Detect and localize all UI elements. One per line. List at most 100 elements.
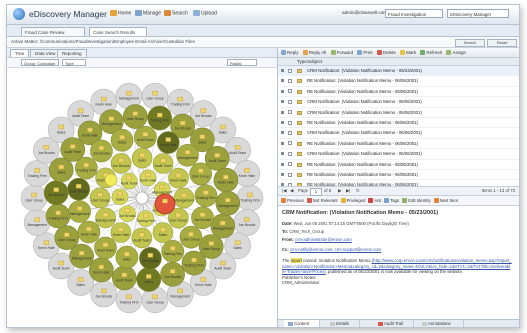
node-label: Trading Firm [184, 264, 203, 268]
action-tags[interactable]: Tags [381, 198, 399, 204]
print-button[interactable]: Print [357, 50, 373, 56]
row-checkbox[interactable] [288, 68, 292, 73]
from-link[interactable]: crm-administrator@enron.com [295, 237, 352, 242]
menu-upload[interactable]: Upload [193, 10, 217, 16]
search-button[interactable]: Search [455, 39, 485, 47]
folder-icon [117, 191, 123, 197]
refresh-list-icon[interactable]: ↻ [356, 187, 360, 195]
next-page-icon[interactable]: ▶ [338, 187, 341, 195]
review-actions: Previous Not Relevant Privileged Hot Tags Edi… [278, 196, 519, 206]
action-privileged[interactable]: Privileged [338, 198, 365, 204]
action-not-relevant[interactable]: Not Relevant [304, 198, 338, 204]
node-label: Kevin Hale [140, 178, 157, 182]
refresh-button[interactable]: Refresh [420, 50, 442, 56]
table-row[interactable]: CRM Notification: (Violation Notificatio… [278, 66, 519, 77]
reply-button[interactable]: Reply [281, 50, 299, 56]
table-row[interactable]: CRM Notification: (Violation Notificatio… [278, 128, 519, 139]
cc-link[interactable]: crm-notify@enron.com; crm-support@enron.… [290, 247, 381, 252]
row-checkbox[interactable] [288, 120, 292, 125]
row-checkbox[interactable] [288, 110, 292, 115]
forward-button[interactable]: Forward [330, 50, 353, 56]
folder-icon [124, 208, 131, 213]
graph-pane: Tree Data View Reporting Group: Custodia… [7, 48, 278, 327]
selected-node[interactable] [154, 193, 176, 215]
row-checkbox[interactable] [288, 78, 292, 83]
folder-icon [76, 206, 83, 211]
tab-data-view[interactable]: Data View [30, 49, 61, 57]
node-label: Joe Brooks [195, 114, 212, 118]
table-row[interactable]: CRM Notification: (Violation Notificatio… [278, 149, 519, 160]
node-label: Management [70, 212, 90, 216]
delete-button[interactable]: Delete [376, 50, 396, 56]
action-next-item[interactable]: Next Item [431, 198, 458, 204]
last-page-icon[interactable]: ▶| [346, 187, 350, 195]
tab-search-results[interactable]: Case Search Results [89, 27, 147, 36]
action-hot[interactable]: Hot [365, 198, 381, 204]
row-checkbox[interactable] [288, 172, 292, 177]
folder-icon [199, 134, 206, 140]
tab-fraud-case[interactable]: Fraud Case Review [21, 27, 85, 36]
prev-page-icon[interactable]: ◀ [290, 187, 293, 195]
app-window: eDiscovery Manager Home Manage Search Up… [6, 4, 520, 328]
node-label: User Group [182, 238, 200, 242]
table-row[interactable]: RE Notification: (Violation Notification… [278, 118, 519, 129]
tab-content[interactable]: Content [284, 320, 320, 327]
table-row[interactable]: RE Notification: (Violation Notification… [278, 160, 519, 170]
row-checkbox[interactable] [288, 89, 292, 94]
row-checkbox[interactable] [288, 99, 292, 104]
table-row[interactable]: RE Notification: (Violation Notification… [278, 170, 519, 181]
tab-tree[interactable]: Tree [10, 49, 30, 57]
table-row[interactable]: CRM Notification: (Violation Notificatio… [278, 108, 519, 118]
row-marker [281, 79, 284, 83]
layout-select[interactable]: Radial [227, 59, 257, 66]
row-checkbox[interactable] [288, 141, 292, 146]
action-previous[interactable]: Previous [278, 198, 304, 204]
root-node[interactable] [135, 191, 149, 205]
row-subject: RE Notification: (Violation Notification… [307, 119, 418, 125]
row-subject: CRM Notification: (Violation Notificatio… [307, 99, 422, 105]
menu-manage[interactable]: Manage [135, 10, 161, 16]
reply-all-button[interactable]: Reply All [302, 50, 326, 56]
table-row[interactable]: CRM Notification: (Violation Notificatio… [278, 97, 519, 108]
path-bar: Active Matter: /Communications/FraudInve… [7, 37, 519, 48]
first-page-icon[interactable]: |◀ [282, 187, 286, 195]
row-checkbox[interactable] [288, 130, 292, 135]
tab-details[interactable]: Details [326, 320, 360, 327]
email-icon [297, 110, 302, 115]
assign-button[interactable]: Assign [446, 50, 466, 56]
mark-button[interactable]: Mark [400, 50, 416, 56]
collection-select[interactable]: eDiscovery Manager [447, 9, 509, 18]
node-label: Kevin Hale [239, 174, 256, 178]
type-select[interactable]: Type [62, 59, 86, 66]
group-by-select[interactable]: Group: Custodian [21, 59, 59, 66]
row-checkbox[interactable] [288, 162, 292, 167]
tab-audit-trail[interactable]: Audit Trail [374, 320, 414, 327]
tab-reporting[interactable]: Reporting [57, 49, 87, 57]
reset-button[interactable]: Reset [487, 39, 517, 47]
tab-annotations[interactable]: Annotations [418, 320, 464, 327]
row-subject: CRM Notification: (Violation Notificatio… [307, 109, 422, 115]
folder-icon [152, 90, 158, 96]
table-row[interactable]: RE Notification: (Violation Notification… [278, 139, 519, 150]
node-label: Trading Firm [136, 219, 155, 223]
column-type[interactable]: Type [297, 58, 307, 65]
table-row[interactable]: RE Notification: (Violation Notification… [278, 76, 519, 87]
row-checkbox[interactable] [288, 151, 292, 156]
folder-icon [55, 210, 61, 216]
table-row[interactable]: RE Notification: (Violation Notification… [278, 87, 519, 98]
menu-home[interactable]: Home [110, 10, 131, 16]
highlighted-node[interactable] [104, 173, 118, 187]
folder-icon [146, 274, 152, 279]
page-input[interactable]: 1 [310, 188, 322, 196]
node-label: Kevin Hale [93, 270, 110, 274]
action-edit-identity[interactable]: Edit Identity [399, 198, 431, 204]
matter-select[interactable]: Fraud Investigation [385, 9, 443, 18]
node-label: Joe Brooks [93, 151, 110, 155]
menu-search[interactable]: Search [164, 10, 188, 16]
node-label: Trading Firm [171, 103, 190, 107]
column-subject[interactable]: Subject [307, 58, 322, 65]
cluster-graph[interactable]: Trading FirmJoe BrooksSalesAudit TeamKev… [7, 68, 277, 326]
node-label: Joe Brooks [119, 214, 136, 218]
folder-icon [247, 192, 253, 198]
node-label: Joe Brooks [238, 223, 255, 227]
